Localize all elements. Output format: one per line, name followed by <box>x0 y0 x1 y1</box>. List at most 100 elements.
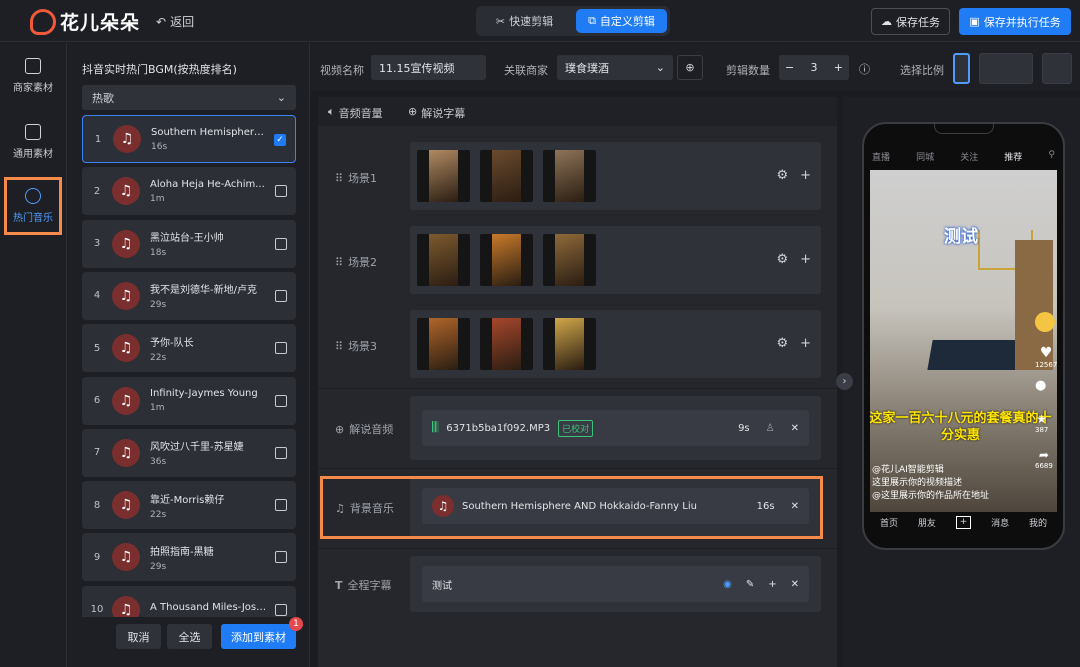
track-item[interactable]: 9 ♫ 拍照指南-黑糖 29s <box>82 533 296 582</box>
track-item[interactable]: 5 ♫ 予你-队长 22s <box>82 324 296 373</box>
track-checkbox[interactable] <box>275 185 287 198</box>
plus-icon[interactable]: + <box>800 252 811 267</box>
track-name: 黑泣站台-王小帅 <box>150 233 224 245</box>
track-index: 3 <box>93 238 101 250</box>
track-duration: 16s <box>151 141 168 152</box>
track-item[interactable]: 1 ♫ Southern Hemisphere... 16s ✓ <box>82 115 296 163</box>
music-disc-icon: ♫ <box>112 177 140 206</box>
track-checkbox[interactable]: ✓ <box>274 134 286 146</box>
merchant-select[interactable]: 璞食璞酒 ⌄ <box>557 55 673 80</box>
track-checkbox[interactable] <box>275 342 287 355</box>
collapse-arrow-icon[interactable]: › <box>836 373 853 390</box>
genre-select[interactable]: 热歌 ⌄ <box>82 85 296 110</box>
scene-thumbnail[interactable] <box>417 318 470 370</box>
voice-icon[interactable]: ♙ <box>766 423 775 434</box>
track-item[interactable]: 7 ♫ 风吹过八千里-苏星婕 36s <box>82 428 296 477</box>
scene-thumbnail[interactable] <box>543 234 596 286</box>
ratio-1-1-option[interactable] <box>1042 53 1072 84</box>
track-meta: 风吹过八千里-苏星婕 36s <box>150 438 268 467</box>
music-disc-icon <box>25 188 41 204</box>
phone-notch <box>934 124 994 134</box>
tab-custom-edit[interactable]: ⧉ 自定义剪辑 <box>576 9 667 33</box>
track-index: 1 <box>94 133 102 145</box>
count-stepper[interactable]: − 3 + <box>779 55 849 80</box>
drag-handle-icon[interactable]: ⠿ <box>335 172 343 185</box>
track-item[interactable]: 6 ♫ Infinity-Jaymes Young 1m <box>82 376 296 425</box>
ratio-16-9-option[interactable] <box>979 53 1033 84</box>
scene-thumbnail[interactable] <box>417 234 470 286</box>
add-to-assets-button[interactable]: 添加到素材 <box>221 624 296 649</box>
ratio-label: 选择比例 <box>900 64 944 77</box>
remove-subtitle-icon[interactable]: ✕ <box>791 579 799 590</box>
narration-audio-item[interactable]: 𝄃𝄃 6371b5ba1f092.MP3 已校对 9s ♙ ✕ <box>422 410 809 446</box>
track-item[interactable]: 10 ♫ A Thousand Miles-Josh... <box>82 585 296 617</box>
plus-icon[interactable]: + <box>800 336 811 351</box>
track-checkbox[interactable] <box>275 289 287 302</box>
save-task-button[interactable]: ☁ 保存任务 <box>871 8 950 35</box>
track-checkbox[interactable] <box>275 499 287 512</box>
cloud-icon: ☁ <box>881 15 892 28</box>
gear-icon[interactable]: ⚙ <box>776 336 788 351</box>
plus-circle-icon: ⊕ <box>685 61 695 74</box>
track-checkbox[interactable] <box>275 237 287 250</box>
preview-title-text: 测试 <box>944 227 978 247</box>
play-icon <box>25 58 41 74</box>
tab-narration-subtitle[interactable]: ⊕ 解说字幕 <box>408 105 465 121</box>
plus-icon[interactable]: + <box>800 168 811 183</box>
track-duration: 36s <box>150 457 167 468</box>
nav-common-assets[interactable]: 通用素材 <box>4 113 62 171</box>
preview-caption: 这家一百六十八元的套餐真的十分实惠 <box>869 411 1052 443</box>
scene-thumbnail[interactable] <box>480 318 533 370</box>
edit-pen-icon[interactable]: ✎ <box>746 579 754 590</box>
count-label: 剪辑数量 <box>726 64 770 77</box>
tab-quick-edit[interactable]: ✂ 快速剪辑 <box>479 9 570 33</box>
nav-hot-music[interactable]: 热门音乐 <box>4 177 62 235</box>
music-disc-icon: ♫ <box>112 595 140 617</box>
scene-tools: ⚙ + <box>776 336 811 351</box>
cancel-button[interactable]: 取消 <box>116 624 161 649</box>
ratio-9-16-option[interactable] <box>953 53 970 84</box>
scene-thumbnail[interactable] <box>480 234 533 286</box>
drag-handle-icon[interactable]: ⠿ <box>335 340 343 353</box>
scene-thumbnail[interactable] <box>480 150 533 202</box>
track-checkbox[interactable] <box>275 551 287 564</box>
editor-tab-bar <box>318 97 837 126</box>
plus-icon[interactable]: + <box>768 579 776 590</box>
track-item[interactable]: 3 ♫ 黑泣站台-王小帅 18s <box>82 219 296 268</box>
plus-icon[interactable]: + <box>834 61 843 74</box>
drag-handle-icon[interactable]: ⠿ <box>335 256 343 269</box>
track-item[interactable]: 8 ♫ 靠近-Morris赖仔 22s <box>82 481 296 530</box>
track-checkbox[interactable] <box>275 603 287 616</box>
track-checkbox[interactable] <box>275 394 287 407</box>
back-label: 返回 <box>170 15 195 29</box>
music-disc-icon: ♫ <box>112 491 140 520</box>
track-name: Southern Hemisphere... <box>151 126 269 138</box>
edit-icon: ⧉ <box>588 14 596 27</box>
help-icon[interactable]: ⓘ <box>859 61 870 77</box>
track-list[interactable]: 1 ♫ Southern Hemisphere... 16s ✓ 2 ♫ Aloha Heja… <box>68 112 310 617</box>
tab-audio-volume[interactable]: 🔈︎ 音频音量 <box>328 105 383 121</box>
back-button[interactable]: ↶ 返回 <box>156 13 194 30</box>
track-item[interactable]: 2 ♫ Aloha Heja He-Achim... 1m <box>82 167 296 216</box>
video-name-input[interactable]: 11.15宣传视频 <box>371 55 486 80</box>
scene-thumbnail[interactable] <box>543 318 596 370</box>
gear-icon[interactable]: ⚙ <box>776 252 788 267</box>
track-meta: 靠近-Morris赖仔 22s <box>150 491 268 520</box>
gear-icon[interactable]: ⚙ <box>776 168 788 183</box>
track-item[interactable]: 4 ♫ 我不是刘德华-新地/卢克 29s <box>82 271 296 320</box>
eye-icon[interactable]: ◉ <box>723 579 732 590</box>
track-name: Aloha Heja He-Achim... <box>150 178 265 190</box>
remove-narration-icon[interactable]: ✕ <box>791 423 799 434</box>
music-disc-icon: ♫ <box>112 543 140 572</box>
minus-icon[interactable]: − <box>785 61 794 74</box>
track-index: 2 <box>93 185 101 197</box>
track-checkbox[interactable] <box>275 446 287 459</box>
select-all-button[interactable]: 全选 <box>167 624 212 649</box>
add-merchant-button[interactable]: ⊕ <box>677 55 703 80</box>
save-run-button[interactable]: ▣ 保存并执行任务 <box>959 8 1071 35</box>
subtitle-item[interactable]: 测试 ◉ ✎ + ✕ <box>422 566 809 602</box>
nav-merchant-assets[interactable]: 商家素材 <box>4 47 62 105</box>
scene-thumbnail[interactable] <box>543 150 596 202</box>
track-name: 靠近-Morris赖仔 <box>150 494 225 506</box>
scene-thumbnail[interactable] <box>417 150 470 202</box>
